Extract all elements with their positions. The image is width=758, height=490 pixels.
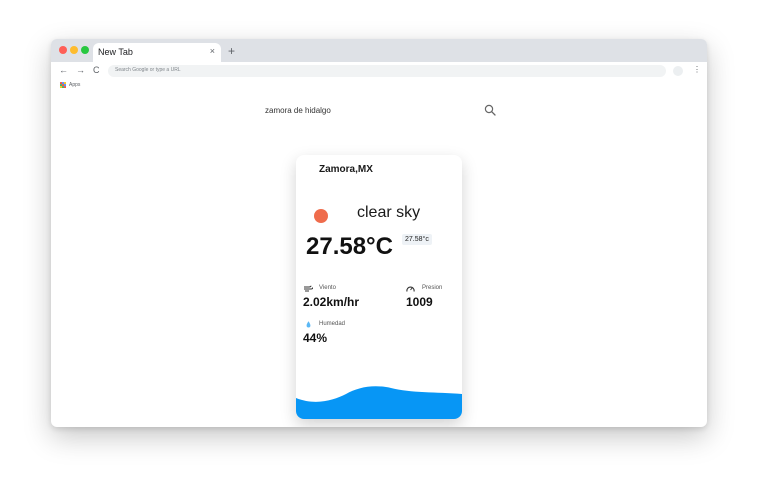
pressure-gauge-icon — [406, 286, 415, 292]
city-search-input[interactable]: zamora de hidalgo — [265, 106, 331, 115]
browser-window: New Tab × + ← → C Search Google or type … — [51, 39, 707, 427]
wind-icon — [304, 285, 313, 292]
temperature-value: 27.58°C — [306, 233, 393, 260]
temperature-secondary: 27.58°c — [402, 234, 432, 245]
maximize-window-button[interactable] — [81, 46, 89, 54]
apps-bookmark-label[interactable]: Apps — [69, 82, 80, 88]
profile-avatar[interactable] — [673, 66, 683, 76]
close-tab-icon[interactable]: × — [210, 46, 215, 56]
new-tab-button[interactable]: + — [228, 44, 235, 58]
sun-icon — [314, 209, 328, 223]
weather-card: Zamora,MX clear sky 27.58°C 27.58°c Vien… — [296, 155, 462, 419]
close-window-button[interactable] — [59, 46, 67, 54]
pressure-label: Presion — [422, 285, 443, 291]
humidity-value: 44% — [303, 331, 328, 345]
address-bar-placeholder: Search Google or type a URL — [115, 67, 181, 73]
browser-menu-icon[interactable]: ⋮ — [693, 65, 701, 74]
forward-button[interactable]: → — [76, 65, 85, 75]
browser-toolbar: ← → C Search Google or type a URL ⋮ — [51, 62, 707, 80]
tab-new-tab[interactable]: New Tab × — [93, 43, 221, 62]
back-button[interactable]: ← — [59, 65, 68, 75]
address-bar[interactable]: Search Google or type a URL — [108, 65, 666, 77]
water-drop-icon — [306, 321, 311, 328]
wind-label: Viento — [319, 285, 336, 291]
pressure-value: 1009 — [406, 295, 433, 309]
wave-decoration — [296, 386, 462, 419]
weather-description: clear sky — [357, 204, 421, 221]
tab-bar: New Tab × + — [51, 39, 707, 62]
apps-grid-icon[interactable] — [60, 82, 66, 88]
wind-value: 2.02km/hr — [303, 295, 360, 309]
reload-button[interactable]: C — [93, 65, 100, 75]
humidity-label: Humedad — [319, 321, 346, 327]
city-name: Zamora,MX — [319, 164, 373, 175]
search-icon[interactable] — [484, 104, 496, 116]
bookmarks-bar: Apps — [51, 80, 707, 90]
tab-title: New Tab — [98, 47, 133, 57]
minimize-window-button[interactable] — [70, 46, 78, 54]
